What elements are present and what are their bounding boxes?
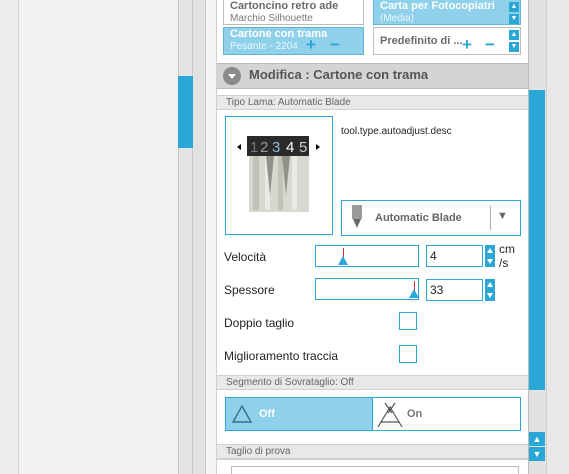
speed-unit: cm /s xyxy=(499,242,515,270)
line-enhance-checkbox[interactable] xyxy=(399,345,417,363)
svg-text:2: 2 xyxy=(260,139,268,156)
slider-thumb[interactable] xyxy=(409,289,419,298)
blade-select-label: Automatic Blade xyxy=(375,212,462,224)
modify-title: Modifica : Cartone con trama xyxy=(249,67,429,82)
overcut-on-label: On xyxy=(407,408,423,420)
remove-media-button[interactable]: − xyxy=(330,36,340,53)
add-media-button[interactable]: + xyxy=(462,36,472,53)
speed-stepper[interactable] xyxy=(485,245,495,267)
thickness-label: Spessore xyxy=(224,283,275,297)
svg-text:3: 3 xyxy=(272,139,280,156)
thickness-stepper[interactable] xyxy=(485,279,495,301)
collapse-icon[interactable] xyxy=(223,67,241,85)
select-divider xyxy=(490,206,491,230)
media-subtitle: (Media) xyxy=(380,13,414,24)
thickness-slider[interactable] xyxy=(315,278,419,300)
double-cut-label: Doppio taglio xyxy=(224,316,295,330)
overcut-off-label: Off xyxy=(259,408,275,420)
left-list-panel xyxy=(18,0,178,474)
blade-description: tool.type.autoadjust.desc xyxy=(341,126,452,137)
overcut-triangle-icon xyxy=(377,402,403,428)
left-scrollbar[interactable] xyxy=(178,0,193,474)
media-item[interactable]: Cartoncino retro ade Marchio Silhouette xyxy=(223,0,364,25)
speed-slider[interactable] xyxy=(315,245,419,267)
scroll-up-arrow[interactable]: ▲ xyxy=(509,2,519,12)
overcut-section: Segmento di Sovrataglio: Off xyxy=(217,375,528,390)
media-subtitle: Marchio Silhouette xyxy=(230,13,313,24)
overcut-on-button[interactable]: On xyxy=(373,397,521,431)
main-scrollbar-thumb[interactable] xyxy=(529,90,545,390)
blade-icon xyxy=(350,205,364,232)
svg-text:5: 5 xyxy=(299,139,307,156)
media-name: Carta per Fotocopiatri xyxy=(380,0,495,12)
left-gutter xyxy=(193,0,205,474)
blade-preview: 1 2 3 4 5 xyxy=(225,116,333,235)
blade-type-section: Tipo Lama: Automatic Blade xyxy=(217,95,528,110)
svg-text:4: 4 xyxy=(286,139,294,156)
right-edge-panel xyxy=(546,0,569,474)
svg-text:1: 1 xyxy=(250,139,258,156)
blade-icon: 1 2 3 4 5 xyxy=(237,136,320,212)
scroll-down-arrow[interactable]: ▼ xyxy=(509,42,519,52)
speed-label: Velocità xyxy=(224,250,267,264)
scroll-up-arrow[interactable]: ▲ xyxy=(529,432,545,446)
speed-input[interactable]: 4 xyxy=(426,245,483,267)
test-cut-section: Taglio di prova xyxy=(217,444,528,459)
chevron-down-icon[interactable]: ▼ xyxy=(497,210,508,222)
thickness-input[interactable]: 33 xyxy=(426,279,483,301)
test-cut-box xyxy=(231,466,519,474)
media-item[interactable]: Carta per Fotocopiatri (Media) xyxy=(373,0,521,25)
overcut-off-button[interactable]: Off xyxy=(225,397,373,431)
slider-thumb[interactable] xyxy=(338,256,348,265)
scroll-up-arrow[interactable]: ▲ xyxy=(509,30,519,40)
double-cut-checkbox[interactable] xyxy=(399,312,417,330)
remove-media-button[interactable]: − xyxy=(485,36,495,53)
scroll-down-arrow[interactable]: ▼ xyxy=(529,447,545,461)
add-media-button[interactable]: + xyxy=(306,36,316,53)
media-item[interactable]: Predefinito di ... xyxy=(373,27,521,55)
triangle-icon xyxy=(232,404,252,423)
media-item-selected[interactable]: Cartone con trama Pesante - 2204 xyxy=(223,27,364,55)
media-name: Cartoncino retro ade xyxy=(230,0,339,12)
scroll-down-arrow[interactable]: ▼ xyxy=(509,14,519,24)
left-scrollbar-thumb[interactable] xyxy=(178,76,193,148)
line-enhance-label: Miglioramento traccia xyxy=(224,349,339,363)
